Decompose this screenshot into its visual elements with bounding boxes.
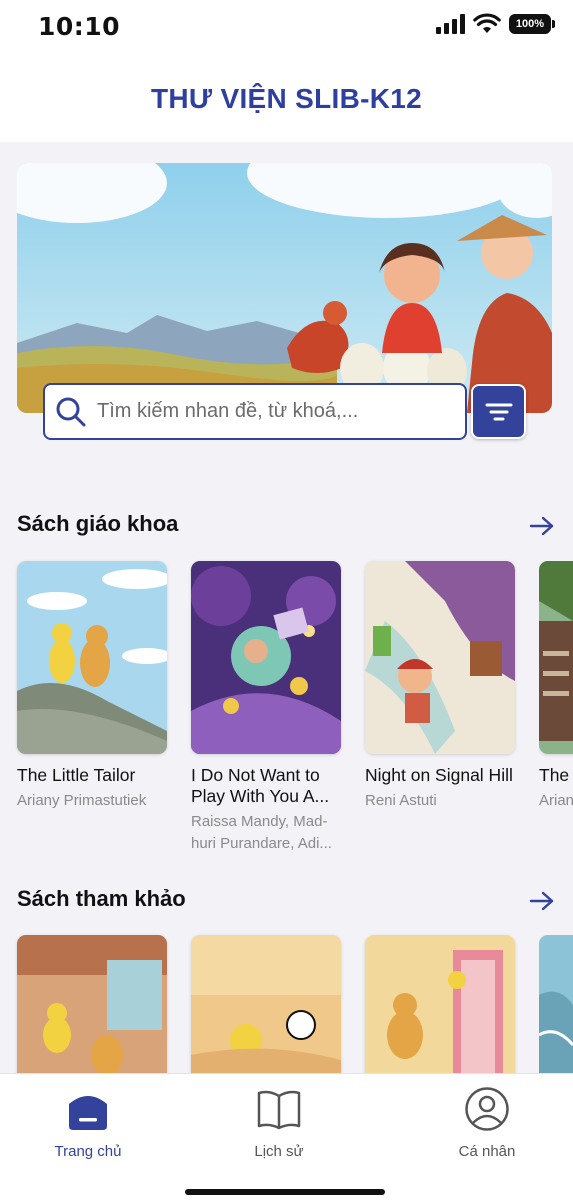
book-open-icon	[257, 1090, 301, 1130]
book-card[interactable]: The Arian	[539, 561, 573, 812]
wifi-icon	[473, 13, 501, 33]
banner-image	[17, 163, 552, 413]
home-indicator	[185, 1189, 385, 1195]
filter-icon	[485, 403, 512, 420]
book-card[interactable]: The Little Tailor Ariany Primastutiek	[17, 561, 169, 812]
nav-label-history: Lịch sử	[254, 1143, 304, 1160]
section-title-reference: Sách tham khảo	[17, 886, 186, 911]
section-title-textbooks: Sách giáo khoa	[17, 511, 179, 536]
book-title: Night on Signal Hill	[365, 765, 513, 785]
book-cover-image	[191, 561, 341, 754]
arrow-right-icon[interactable]	[529, 515, 555, 537]
arrow-right-icon[interactable]	[529, 890, 555, 912]
nav-item-profile[interactable]: Cá nhân	[427, 1086, 547, 1160]
book-title: The	[539, 765, 570, 785]
user-circle-icon	[465, 1087, 509, 1131]
status-icons: 100%	[436, 13, 555, 35]
book-cover-image	[365, 561, 515, 754]
book-title: The Little Tailor	[17, 765, 136, 785]
search-input[interactable]	[97, 400, 457, 423]
status-bar: 10:10 100%	[0, 0, 573, 56]
book-card[interactable]: Night on Signal Hill Reni Astuti	[365, 561, 517, 812]
book-title: I Do Not Want to Play With You A...	[191, 765, 330, 806]
search-box	[43, 383, 467, 440]
book-cover-image	[539, 561, 573, 754]
book-author: Arian	[539, 792, 573, 809]
cellular-signal-icon	[436, 14, 465, 34]
battery-icon: 100%	[509, 14, 555, 34]
bottom-nav: Trang chủ Lịch sử Cá nhân	[0, 1073, 573, 1200]
home-icon	[69, 1096, 107, 1130]
status-time: 10:10	[38, 12, 121, 41]
book-author: Ariany Primastutiek	[17, 792, 147, 809]
nav-label-profile: Cá nhân	[458, 1143, 516, 1160]
app-title: THƯ VIỆN SLIB-K12	[150, 83, 423, 114]
book-cover-image	[17, 561, 167, 754]
book-card[interactable]: I Do Not Want to Play With You A... Rais…	[191, 561, 343, 855]
nav-item-home[interactable]: Trang chủ	[28, 1086, 148, 1160]
book-author: Raissa Mandy, Mad-huri Purandare, Adi...	[191, 813, 332, 852]
nav-item-history[interactable]: Lịch sử	[219, 1086, 339, 1160]
app-header: THƯ VIỆN SLIB-K12	[0, 56, 573, 142]
nav-label-home: Trang chủ	[54, 1143, 122, 1160]
search-icon	[56, 397, 86, 426]
book-author: Reni Astuti	[365, 792, 437, 809]
filter-button[interactable]	[471, 384, 526, 439]
